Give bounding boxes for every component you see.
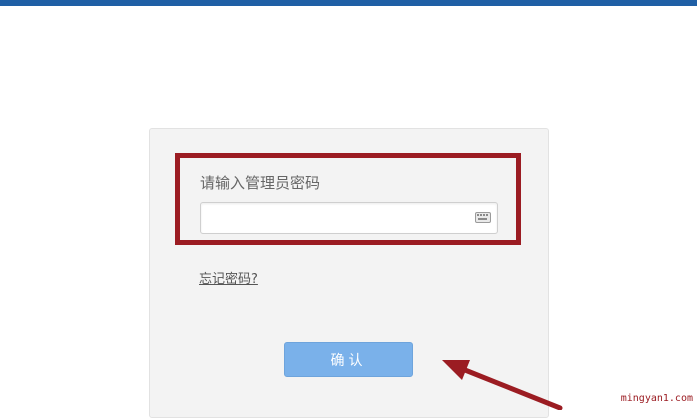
watermark: mingyan1.com	[620, 393, 693, 404]
forgot-password-link[interactable]: 忘记密码?	[199, 268, 258, 287]
top-bar	[0, 0, 697, 6]
arrow-icon	[442, 360, 563, 410]
confirm-button[interactable]: 确认	[284, 342, 413, 377]
highlight-box	[175, 153, 521, 245]
